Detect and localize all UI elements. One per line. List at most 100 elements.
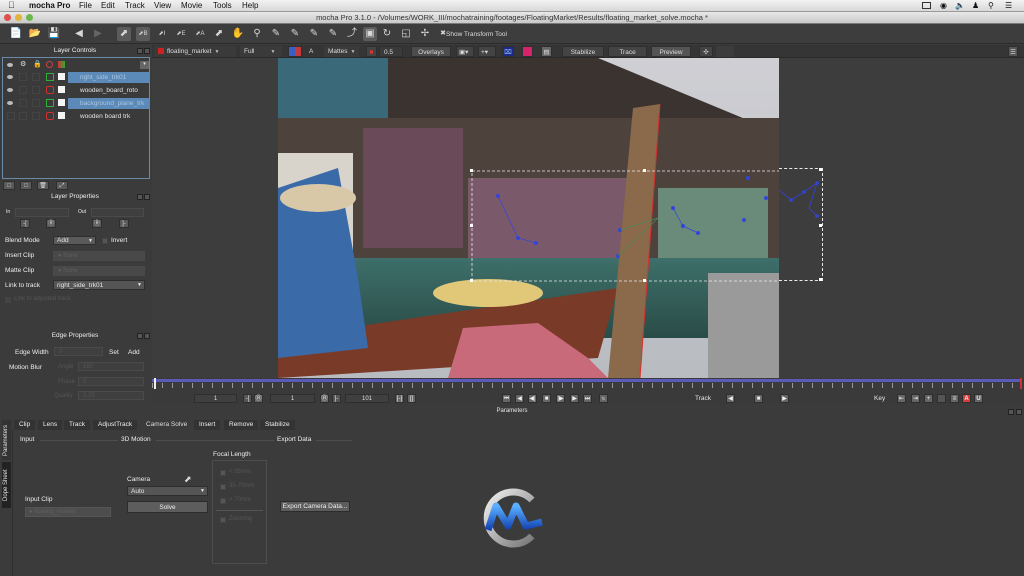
lock-toggle[interactable] <box>32 99 40 107</box>
tab-insert[interactable]: Insert <box>194 420 221 430</box>
layer-color-swatch[interactable] <box>46 112 54 120</box>
footage-frame[interactable] <box>278 58 779 378</box>
undo-icon[interactable]: ◀ <box>72 27 86 41</box>
delete-key-button[interactable] <box>937 394 946 403</box>
trace-button[interactable]: Trace <box>608 46 647 57</box>
menu-movie[interactable]: Movie <box>181 1 202 10</box>
loop-button[interactable]: ↻ <box>599 394 608 403</box>
select-a-icon[interactable]: ⬈A <box>193 27 207 41</box>
layer-name[interactable]: background_plane_trk <box>68 98 150 109</box>
color-channels-toggle[interactable] <box>288 46 302 57</box>
screen-icon[interactable] <box>922 2 931 9</box>
lock-toggle[interactable] <box>32 73 40 81</box>
add-key-button[interactable]: + <box>924 394 933 403</box>
reset-in-out-button[interactable]: [-] <box>395 394 404 403</box>
prev-key-button[interactable]: ⇤ <box>897 394 906 403</box>
scale-tool-icon[interactable]: ◱ <box>399 27 413 41</box>
minimize-window-button[interactable] <box>15 14 22 21</box>
layer-color-swatch[interactable] <box>46 86 54 94</box>
autokey-button[interactable]: A <box>962 394 971 403</box>
blend-mode-select[interactable]: Add ▼ <box>53 236 96 245</box>
move-tool-icon[interactable]: ✢ <box>418 27 432 41</box>
set-out-point-button[interactable]: ]- <box>119 219 129 228</box>
goto-out-point-button[interactable]: Ⓡ <box>92 219 102 228</box>
panel-close-icon[interactable] <box>144 194 150 200</box>
layer-name[interactable]: wooden board trk <box>68 111 150 122</box>
play-forward-button[interactable]: ▶ <box>570 394 579 403</box>
spotlight-icon[interactable]: ⚲ <box>988 1 994 10</box>
panel-pin-icon[interactable] <box>137 48 143 54</box>
add-x-spline-icon[interactable]: ✎ <box>269 27 283 41</box>
select-tool-icon[interactable]: ⬈ <box>117 27 131 41</box>
tab-stabilize[interactable]: Stabilize <box>260 420 295 430</box>
menu-tools[interactable]: Tools <box>213 1 232 10</box>
set-in-button[interactable]: -[ <box>243 394 252 403</box>
menu-edit[interactable]: Edit <box>101 1 115 10</box>
clip-select[interactable]: floating_market ▼ <box>154 46 236 57</box>
track-stop-button[interactable]: ■ <box>754 394 763 403</box>
preview-button[interactable]: Preview <box>651 46 691 57</box>
tab-clip[interactable]: Clip <box>14 420 36 430</box>
add-edge-button[interactable]: Add <box>128 349 140 356</box>
timeline-ruler[interactable] <box>152 383 1020 388</box>
unlock-key-button[interactable]: U <box>974 394 983 403</box>
matte-toggle[interactable] <box>58 73 65 80</box>
tab-lens[interactable]: Lens <box>38 420 63 430</box>
add-bezier-icon[interactable]: ✎ <box>307 27 321 41</box>
layer-row[interactable]: right_side_trk01 <box>5 72 150 83</box>
matte-toggle[interactable] <box>58 86 65 93</box>
out-marker[interactable] <box>1020 378 1022 389</box>
panel-close-icon[interactable] <box>144 333 150 339</box>
link-adjusted-checkbox[interactable] <box>5 297 11 303</box>
mattes-select[interactable]: Mattes ▼ <box>324 46 360 57</box>
user-icon[interactable]: ♟ <box>972 1 979 10</box>
panel-close-icon[interactable] <box>144 48 150 54</box>
panel-pin-icon[interactable] <box>137 194 143 200</box>
fit-layer-icon[interactable]: ⤢ <box>56 181 68 190</box>
delete-all-keys-button[interactable]: ≡ <box>950 394 959 403</box>
overlay-options-dropdown[interactable]: ▣▾ <box>456 46 474 57</box>
panel-pin-icon[interactable] <box>137 333 143 339</box>
layer-name[interactable]: wooden_board_roto <box>68 85 150 96</box>
play-backward-button[interactable]: ◀ <box>515 394 524 403</box>
focal-35-70-checkbox[interactable] <box>220 484 226 490</box>
goto-out-button[interactable]: Ⓡ <box>320 394 329 403</box>
save-icon[interactable]: 💾 <box>47 27 61 41</box>
cog-toggle[interactable] <box>19 73 27 81</box>
apple-icon[interactable]:  <box>8 0 15 10</box>
transform-handle[interactable] <box>819 168 822 171</box>
view-options-dropdown[interactable]: +▾ <box>478 46 496 57</box>
layer-row[interactable]: wooden board trk <box>5 111 149 122</box>
new-file-icon[interactable]: 📄 <box>9 27 23 41</box>
next-key-button[interactable]: ⇥ <box>911 394 920 403</box>
set-edge-button[interactable]: Set <box>109 349 119 356</box>
panel-pin-icon[interactable] <box>1008 409 1014 415</box>
layer-name[interactable]: right_side_trk01 <box>68 72 150 83</box>
insert-clip-select[interactable]: ● None <box>53 251 145 261</box>
add-bezier-plus-icon[interactable]: ✎ <box>326 27 340 41</box>
select-i-icon[interactable]: ⬈I <box>155 27 169 41</box>
select-bezier-icon[interactable]: ⬈B <box>136 27 150 41</box>
matte-clip-select[interactable]: ● None <box>53 266 145 276</box>
evernote-icon[interactable]: ◉ <box>940 1 947 10</box>
track-backward-button[interactable]: ◀ <box>726 394 735 403</box>
select-point-icon[interactable]: ⬈ <box>212 27 226 41</box>
add-spline-icon[interactable]: ✎ <box>288 27 302 41</box>
matte-toggle[interactable] <box>58 112 65 119</box>
menu-track[interactable]: Track <box>125 1 145 10</box>
edge-width-field[interactable]: 0 <box>54 347 103 356</box>
hand-tool-icon[interactable]: ✋ <box>231 27 245 41</box>
solve-button[interactable]: Solve <box>127 501 208 513</box>
visibility-icon[interactable] <box>7 88 13 92</box>
magenta-toggle[interactable] <box>522 46 533 57</box>
stabilize-button[interactable]: Stabilize <box>562 46 604 57</box>
phase-field[interactable]: 0 <box>78 377 144 386</box>
zoom-window-button[interactable] <box>26 14 33 21</box>
set-out-button[interactable]: ]- <box>332 394 341 403</box>
in-point-field[interactable] <box>15 208 69 217</box>
cog-toggle[interactable] <box>19 99 27 107</box>
invert-checkbox[interactable] <box>102 238 108 244</box>
in-frame-field[interactable]: 1 <box>194 394 237 403</box>
export-frame-icon[interactable]: ▤ <box>541 46 552 57</box>
alpha-toggle-icon[interactable]: A <box>305 46 317 57</box>
